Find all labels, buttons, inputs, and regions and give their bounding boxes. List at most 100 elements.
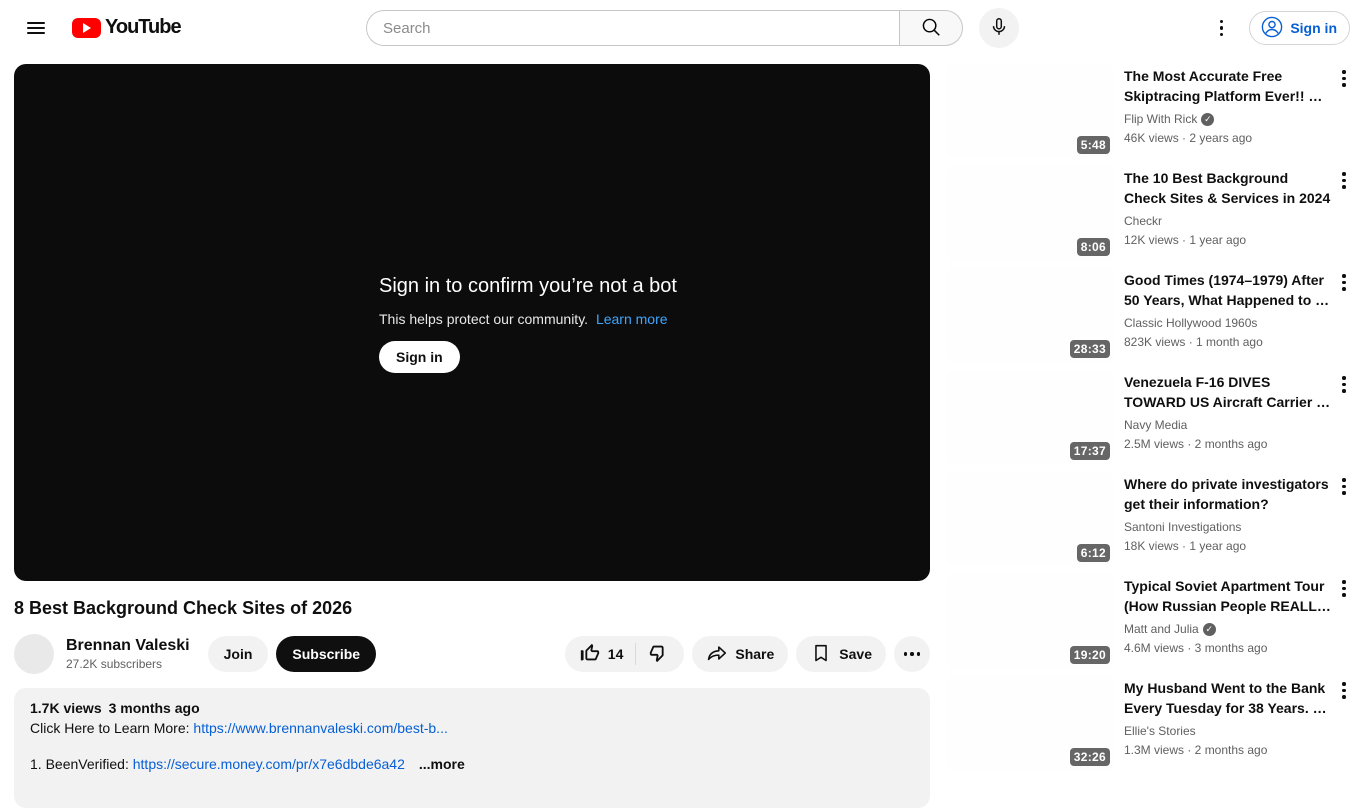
channel-name-text: Matt and Julia [1124, 622, 1199, 636]
video-kebab-menu-button[interactable] [1332, 166, 1356, 206]
sidebar-video-info: Good Times (1974–1979) After 50 Years, W… [1114, 268, 1332, 362]
sidebar-video-item[interactable]: 5:48 The Most Accurate Free Skiptracing … [946, 64, 1356, 158]
youtube-play-icon [72, 17, 101, 38]
top-app-bar: YouTube Search Sign in [0, 0, 1366, 56]
subscriber-count: 27.2K subscribers [66, 657, 163, 671]
overlay-subtitle: This helps protect our community. Learn … [379, 311, 677, 327]
sidebar-video-channel: Classic Hollywood 1960s ✓ [1124, 315, 1332, 331]
show-more-link[interactable]: ...more [419, 756, 465, 772]
duration-badge: 5:48 [1076, 136, 1110, 154]
sidebar-video-title[interactable]: The Most Accurate Free Skiptracing Platf… [1124, 66, 1332, 106]
view-count: 1.7K views [30, 700, 102, 716]
sidebar-video-title[interactable]: The 10 Best Background Check Sites & Ser… [1124, 168, 1332, 208]
share-icon [706, 642, 728, 667]
channel-name-text: Flip With Rick [1124, 112, 1198, 126]
sidebar-video-channel: Matt and Julia ✓ [1124, 621, 1332, 637]
video-thumbnail[interactable]: 28:33 [946, 268, 1114, 362]
like-button[interactable]: 14 [565, 636, 636, 672]
search-input[interactable] [366, 10, 899, 46]
youtube-logo[interactable]: YouTube [72, 16, 182, 39]
duration-badge: 8:06 [1076, 238, 1110, 256]
sidebar-video-meta: 4.6M views · 3 months ago [1124, 641, 1268, 655]
sidebar-video-channel: Navy Media ✓ [1124, 417, 1332, 433]
sidebar-video-channel: Flip With Rick ✓ [1124, 111, 1332, 127]
sidebar-video-title[interactable]: Venezuela F-16 DIVES TOWARD US Aircraft … [1124, 372, 1332, 412]
description-box[interactable]: 1.7K views 3 months ago Click Here to Lea… [14, 688, 930, 808]
learn-more-link[interactable]: Learn more [596, 311, 668, 327]
video-kebab-menu-button[interactable] [1332, 472, 1356, 512]
hamburger-menu-button[interactable] [16, 8, 56, 48]
sidebar-video-title[interactable]: Good Times (1974–1979) After 50 Years, W… [1124, 270, 1332, 310]
voice-search-button[interactable] [979, 8, 1019, 48]
sidebar-video-info: My Husband Went to the Bank Every Tuesda… [1114, 676, 1332, 770]
sidebar-video-info: Venezuela F-16 DIVES TOWARD US Aircraft … [1114, 370, 1332, 464]
video-thumbnail[interactable]: 8:06 [946, 166, 1114, 260]
watch-info-column: 8 Best Background Check Sites of 2026 Br… [14, 581, 930, 808]
subscribe-button[interactable]: Subscribe [276, 636, 377, 672]
dislike-button[interactable] [636, 636, 684, 672]
sidebar-video-meta: 823K views · 1 month ago [1124, 335, 1263, 349]
header-signin-button[interactable]: Sign in [1249, 11, 1350, 45]
description-meta: 1.7K views 3 months ago [30, 698, 914, 718]
sidebar-video-meta: 46K views · 2 years ago [1124, 131, 1253, 145]
channel-name[interactable]: Brennan Valeski [66, 636, 190, 656]
video-thumbnail[interactable]: 17:37 [946, 370, 1114, 464]
duration-badge: 28:33 [1069, 340, 1110, 358]
verified-badge-icon: ✓ [1201, 112, 1215, 126]
like-dislike-pill: 14 [564, 636, 685, 672]
sidebar-video-meta: 18K views · 1 year ago [1124, 539, 1247, 553]
player-signin-button[interactable]: Sign in [379, 341, 460, 373]
description-link-1[interactable]: https://www.brennanvaleski.com/best-b... [193, 720, 447, 736]
person-icon [1260, 15, 1284, 42]
thumbs-down-icon [648, 642, 670, 667]
overlay-subtitle-text: This helps protect our community. [379, 311, 589, 327]
duration-badge: 19:20 [1069, 646, 1110, 664]
sidebar-video-info: Where do private investigators get their… [1114, 472, 1332, 566]
video-kebab-menu-button[interactable] [1332, 268, 1356, 308]
more-actions-button[interactable] [894, 636, 930, 672]
video-kebab-menu-button[interactable] [1332, 370, 1356, 410]
video-thumbnail[interactable]: 6:12 [946, 472, 1114, 566]
sidebar-video-title[interactable]: Where do private investigators get their… [1124, 474, 1332, 514]
overlay-title: Sign in to confirm you’re not a bot [379, 275, 677, 297]
share-button[interactable]: Share [692, 636, 789, 672]
video-thumbnail[interactable]: 32:26 [946, 676, 1114, 770]
video-thumbnail[interactable]: 5:48 [946, 64, 1114, 158]
channel-name-text: Santoni Investigations [1124, 520, 1242, 534]
sidebar-video-channel: Ellie's Stories ✓ [1124, 723, 1332, 739]
channel-name-text: Classic Hollywood 1960s [1124, 316, 1258, 330]
channel-name-text: Checkr [1124, 214, 1163, 228]
description-line-1-text: Click Here to Learn More: [30, 720, 194, 736]
search-button[interactable] [899, 10, 963, 46]
header-settings-kebab-button[interactable] [1201, 10, 1241, 46]
channel-and-actions-row: Brennan Valeski 27.2K subscribers Join S… [14, 634, 930, 674]
player-signin-overlay: Sign in to confirm you’re not a bot This… [379, 274, 677, 373]
video-player[interactable]: Sign in to confirm you’re not a bot This… [14, 64, 930, 581]
sidebar-video-item[interactable]: 6:12 Where do private investigators get … [946, 472, 1356, 566]
sidebar-video-channel: Checkr ✓ [1124, 213, 1332, 229]
description-line-2: 1. BeenVerified: https://secure.money.co… [30, 754, 914, 774]
channel-avatar[interactable] [14, 634, 54, 674]
join-button[interactable]: Join [207, 636, 269, 672]
sidebar-video-title[interactable]: Typical Soviet Apartment Tour (How Russi… [1124, 576, 1332, 616]
video-actions: 14 Share Save [564, 636, 930, 672]
duration-badge: 17:37 [1069, 442, 1110, 460]
sidebar-video-item[interactable]: 17:37 Venezuela F-16 DIVES TOWARD US Air… [946, 370, 1356, 464]
video-kebab-menu-button[interactable] [1332, 64, 1356, 104]
sidebar-video-meta: 12K views · 1 year ago [1124, 233, 1247, 247]
channel-name-text: Navy Media [1124, 418, 1188, 432]
sidebar-video-title[interactable]: My Husband Went to the Bank Every Tuesda… [1124, 678, 1332, 718]
channel-owner-block: Brennan Valeski 27.2K subscribers Join S… [14, 634, 377, 674]
sidebar-video-item[interactable]: 8:06 The 10 Best Background Check Sites … [946, 166, 1356, 260]
save-button[interactable]: Save [796, 636, 886, 672]
sidebar-video-item[interactable]: 19:20 Typical Soviet Apartment Tour (How… [946, 574, 1356, 668]
search-bar [366, 8, 1019, 48]
video-kebab-menu-button[interactable] [1332, 574, 1356, 614]
sidebar-video-item[interactable]: 32:26 My Husband Went to the Bank Every … [946, 676, 1356, 770]
video-thumbnail[interactable]: 19:20 [946, 574, 1114, 668]
channel-text-block: Brennan Valeski 27.2K subscribers [66, 636, 190, 672]
description-link-2[interactable]: https://secure.money.com/pr/x7e6dbde6a42 [133, 756, 405, 772]
sidebar-video-info: The 10 Best Background Check Sites & Ser… [1114, 166, 1332, 260]
video-kebab-menu-button[interactable] [1332, 676, 1356, 716]
sidebar-video-item[interactable]: 28:33 Good Times (1974–1979) After 50 Ye… [946, 268, 1356, 362]
